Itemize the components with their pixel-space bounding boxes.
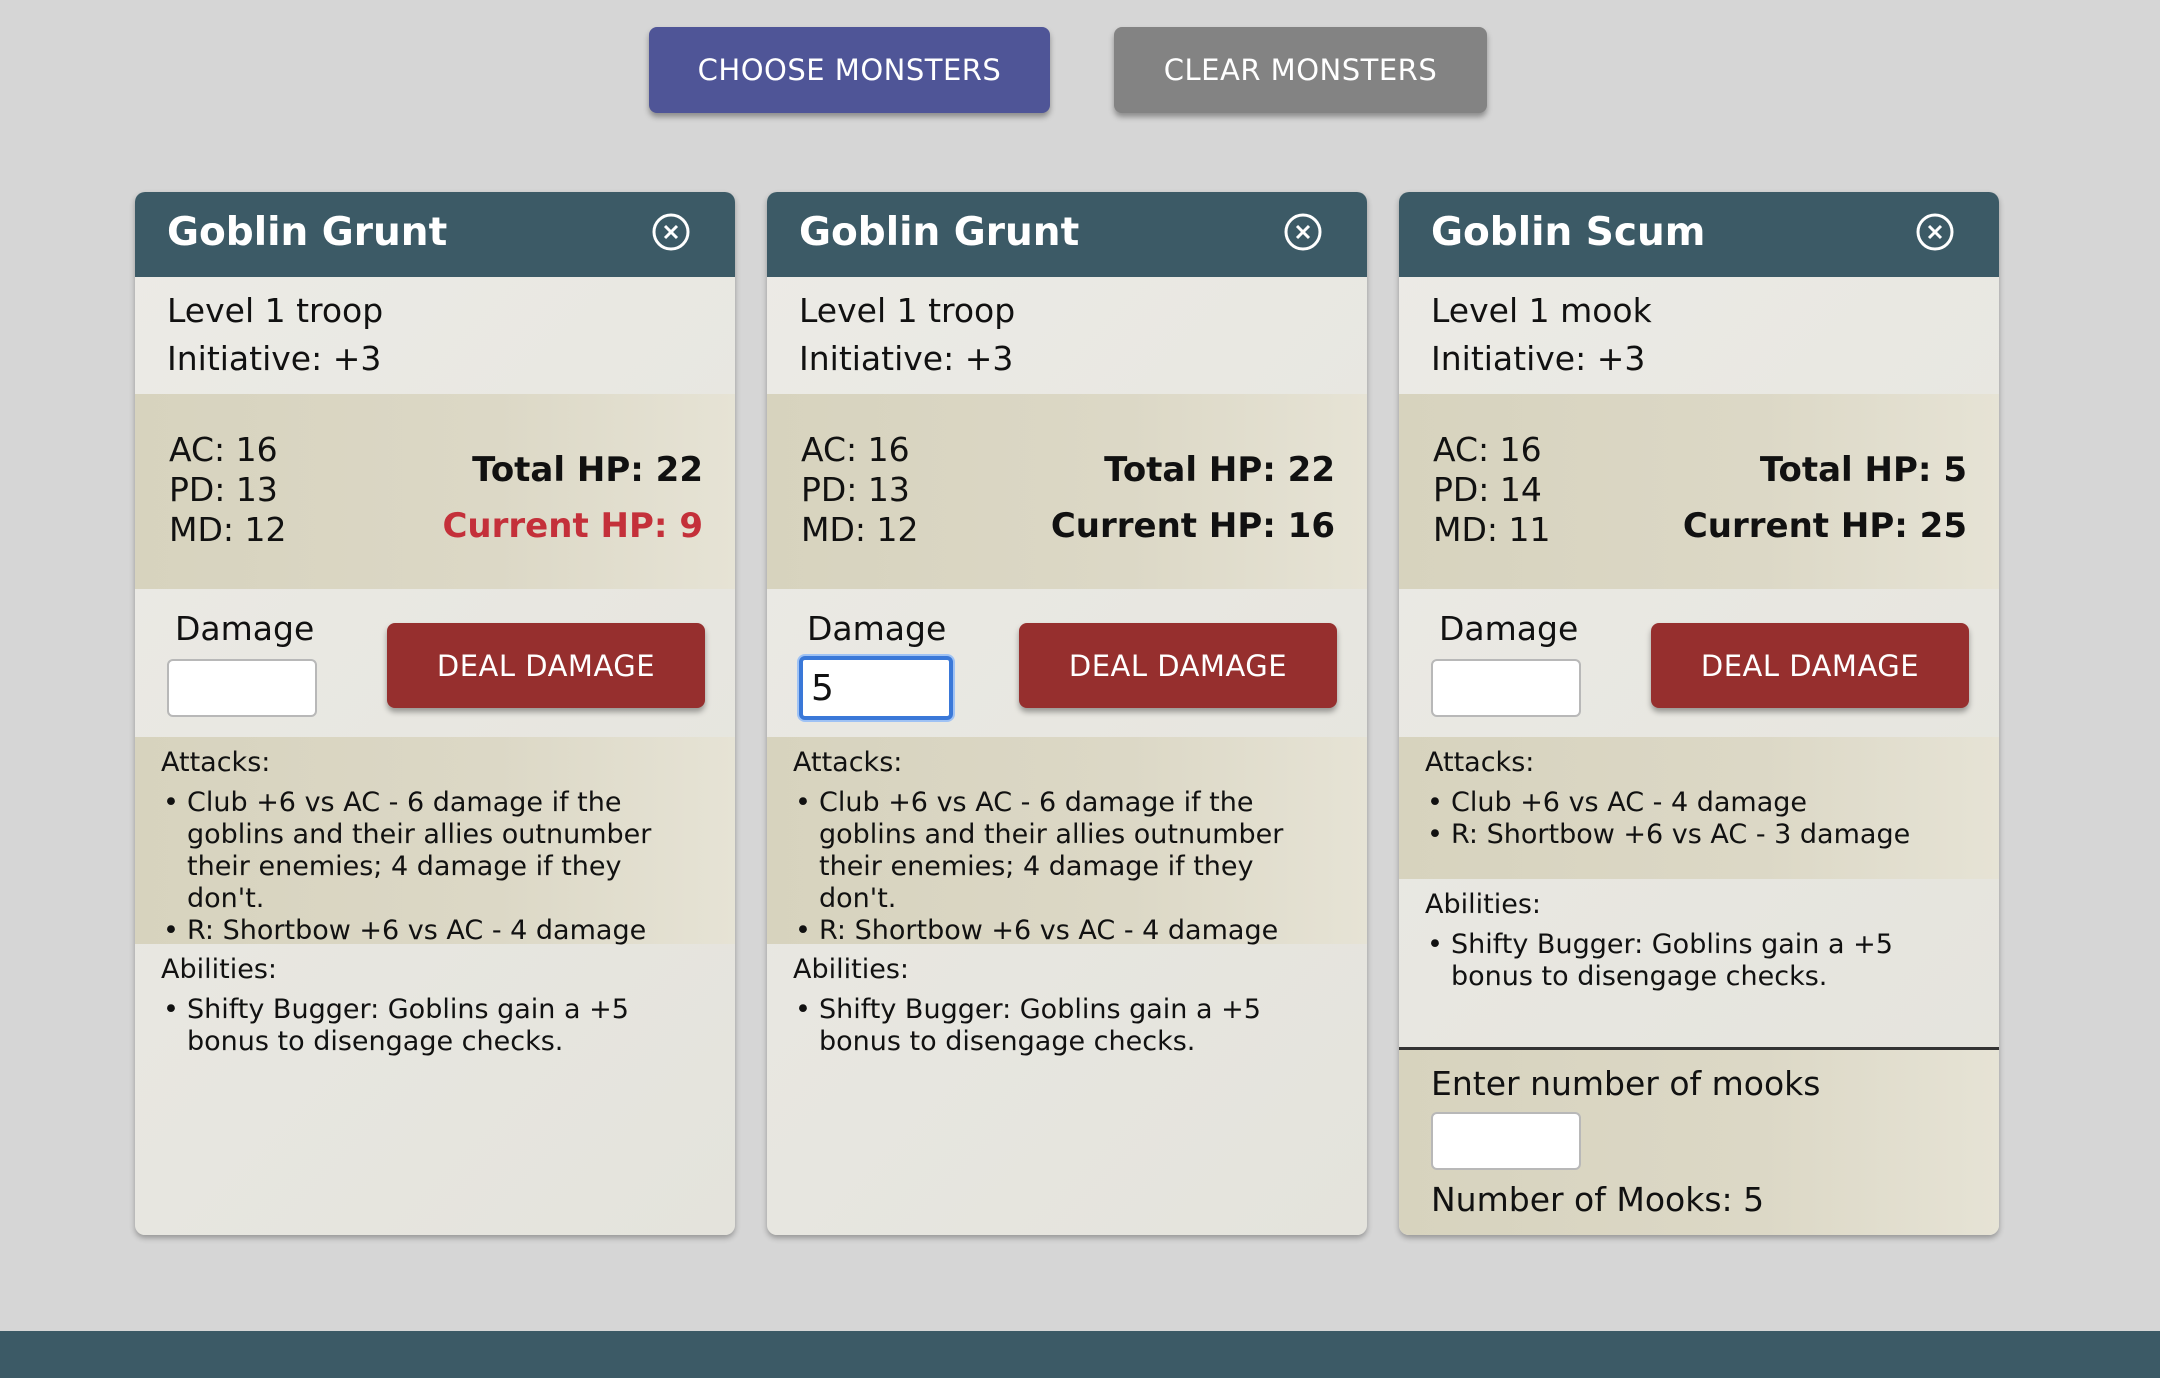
damage-controls: Damage DEAL DAMAGE [767,589,1367,737]
current-hp: Current HP: 9 [442,506,703,546]
current-hp: Current HP: 25 [1682,506,1967,546]
abilities-list: Shifty Bugger: Goblins gain a +5 bonus t… [135,994,707,1058]
abilities-section: Abilities: Shifty Bugger: Goblins gain a… [767,944,1367,1094]
damage-input[interactable] [167,659,317,717]
close-icon[interactable] [1915,212,1955,252]
total-hp: Total HP: 22 [1104,450,1335,490]
list-item: R: Shortbow +6 vs AC - 4 damage [795,915,1339,947]
abilities-section: Abilities: Shifty Bugger: Goblins gain a… [135,944,735,1094]
defenses: AC: 16 PD: 13 MD: 12 [801,430,918,550]
total-hp: Total HP: 22 [472,450,703,490]
abilities-section: Abilities: Shifty Bugger: Goblins gain a… [1399,879,1999,1044]
stats-block: AC: 16 PD: 13 MD: 12 Total HP: 22 Curren… [135,394,735,589]
mental-defense: MD: 12 [169,510,287,549]
abilities-title: Abilities: [1425,889,1541,920]
damage-label: Damage [1439,609,1579,648]
damage-input[interactable] [1431,659,1581,717]
attacks-title: Attacks: [161,747,271,778]
monster-card: Goblin Grunt Level 1 troop Initiative: +… [135,192,735,1235]
deal-damage-button[interactable]: DEAL DAMAGE [1019,623,1337,708]
monster-initiative: Initiative: +3 [1431,339,1646,378]
damage-controls: Damage DEAL DAMAGE [135,589,735,737]
mental-defense: MD: 12 [801,510,919,549]
monster-name: Goblin Grunt [799,210,1080,255]
stats-block: AC: 16 PD: 14 MD: 11 Total HP: 5 Current… [1399,394,1999,589]
damage-controls: Damage DEAL DAMAGE [1399,589,1999,737]
abilities-title: Abilities: [793,954,909,985]
monster-level: Level 1 troop [799,291,1016,330]
monster-level: Level 1 mook [1431,291,1652,330]
attacks-list: Club +6 vs AC - 6 damage if the goblins … [135,787,707,947]
mooks-input[interactable] [1431,1112,1581,1170]
hit-points: Total HP: 5 Current HP: 25 [1683,442,1967,554]
monster-name: Goblin Scum [1431,210,1706,255]
deal-damage-button[interactable]: DEAL DAMAGE [1651,623,1969,708]
deal-damage-button[interactable]: DEAL DAMAGE [387,623,705,708]
monster-meta: Level 1 mook Initiative: +3 [1431,287,1652,383]
monster-card: Goblin Grunt Level 1 troop Initiative: +… [767,192,1367,1235]
list-item: Shifty Bugger: Goblins gain a +5 bonus t… [795,994,1339,1058]
choose-monsters-button[interactable]: CHOOSE MONSTERS [649,27,1050,113]
hit-points: Total HP: 22 Current HP: 9 [442,442,703,554]
list-item: Club +6 vs AC - 6 damage if the goblins … [163,787,707,915]
damage-label: Damage [175,609,315,648]
list-item: Club +6 vs AC - 4 damage [1427,787,1971,819]
list-item: R: Shortbow +6 vs AC - 3 damage [1427,819,1971,851]
armor-class: AC: 16 [169,430,278,469]
defenses: AC: 16 PD: 14 MD: 11 [1433,430,1550,550]
clear-monsters-button[interactable]: CLEAR MONSTERS [1114,27,1487,113]
physical-defense: PD: 13 [801,470,910,509]
list-item: Shifty Bugger: Goblins gain a +5 bonus t… [163,994,707,1058]
damage-label: Damage [807,609,947,648]
attacks-title: Attacks: [793,747,903,778]
monster-initiative: Initiative: +3 [799,339,1014,378]
total-hp: Total HP: 5 [1759,450,1967,490]
attacks-title: Attacks: [1425,747,1535,778]
monster-card: Goblin Scum Level 1 mook Initiative: +3 … [1399,192,1999,1235]
stats-block: AC: 16 PD: 13 MD: 12 Total HP: 22 Curren… [767,394,1367,589]
defenses: AC: 16 PD: 13 MD: 12 [169,430,286,550]
armor-class: AC: 16 [801,430,910,469]
footer-bar [0,1331,2160,1378]
abilities-list: Shifty Bugger: Goblins gain a +5 bonus t… [1399,929,1971,993]
attacks-section: Attacks: Club +6 vs AC - 4 damage R: Sho… [1399,737,1999,879]
close-icon[interactable] [1283,212,1323,252]
monster-name: Goblin Grunt [167,210,448,255]
close-icon[interactable] [651,212,691,252]
mooks-section: Enter number of mooks Number of Mooks: 5 [1399,1047,1999,1235]
mental-defense: MD: 11 [1433,510,1551,549]
abilities-title: Abilities: [161,954,277,985]
attacks-section: Attacks: Club +6 vs AC - 6 damage if the… [135,737,735,947]
monster-meta: Level 1 troop Initiative: +3 [167,287,383,383]
physical-defense: PD: 14 [1433,470,1542,509]
list-item: Shifty Bugger: Goblins gain a +5 bonus t… [1427,929,1971,993]
mooks-count: Number of Mooks: 5 [1431,1180,1765,1219]
list-item: Club +6 vs AC - 6 damage if the goblins … [795,787,1339,915]
attacks-list: Club +6 vs AC - 4 damage R: Shortbow +6 … [1399,787,1971,851]
card-header: Goblin Grunt [767,192,1367,277]
hit-points: Total HP: 22 Current HP: 16 [1051,442,1335,554]
monster-meta: Level 1 troop Initiative: +3 [799,287,1015,383]
monster-initiative: Initiative: +3 [167,339,382,378]
list-item: R: Shortbow +6 vs AC - 4 damage [163,915,707,947]
current-hp: Current HP: 16 [1050,506,1335,546]
abilities-list: Shifty Bugger: Goblins gain a +5 bonus t… [767,994,1339,1058]
monster-level: Level 1 troop [167,291,384,330]
physical-defense: PD: 13 [169,470,278,509]
card-header: Goblin Grunt [135,192,735,277]
toolbar: CHOOSE MONSTERS CLEAR MONSTERS [0,27,2160,117]
attacks-list: Club +6 vs AC - 6 damage if the goblins … [767,787,1339,947]
armor-class: AC: 16 [1433,430,1542,469]
mooks-label: Enter number of mooks [1431,1064,1821,1103]
attacks-section: Attacks: Club +6 vs AC - 6 damage if the… [767,737,1367,947]
card-header: Goblin Scum [1399,192,1999,277]
damage-input[interactable] [799,656,953,720]
